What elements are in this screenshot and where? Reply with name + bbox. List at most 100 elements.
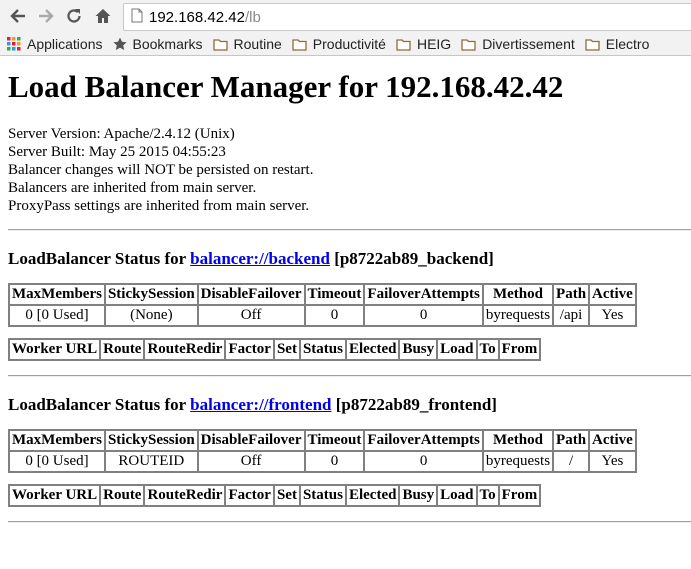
server-version: Server Version: Apache/2.4.12 (Unix): [8, 126, 235, 142]
column-header: From: [498, 485, 541, 506]
page-content: Load Balancer Manager for 192.168.42.42 …: [0, 69, 691, 523]
column-header: Active: [589, 430, 636, 451]
bookmark-applications[interactable]: Applications: [7, 36, 103, 52]
column-header: Load: [437, 339, 477, 360]
column-header: Factor: [225, 485, 274, 506]
column-header: Timeout: [304, 284, 365, 305]
table-cell: 0: [304, 305, 365, 326]
column-header: From: [498, 339, 541, 360]
column-header: FailoverAttempts: [364, 430, 483, 451]
bookmarks-bar: Applications Bookmarks Routine Productiv…: [0, 33, 691, 56]
divider: [8, 229, 691, 231]
column-header: Busy: [399, 339, 438, 360]
folder-icon: [585, 38, 600, 51]
bookmark-label: HEIG: [416, 36, 452, 52]
column-header: DisableFailover: [197, 430, 305, 451]
bookmark-label: Applications: [27, 36, 103, 52]
table-row: 0 [0 Used] ROUTEID Off 0 0 byrequests / …: [9, 451, 636, 472]
server-info: Server Version: Apache/2.4.12 (Unix) Ser…: [8, 125, 683, 215]
column-header: Active: [589, 284, 636, 305]
balancer-heading: LoadBalancer Status for balancer://backe…: [8, 249, 683, 269]
balancer-link-frontend[interactable]: balancer://frontend: [190, 395, 331, 414]
bookmark-folder-divertissement[interactable]: Divertissement: [461, 36, 575, 52]
folder-icon: [292, 38, 307, 51]
address-bar[interactable]: 192.168.42.42/lb: [123, 3, 691, 31]
address-host: 192.168.42.42: [149, 8, 245, 26]
bookmark-label: Bookmarks: [132, 36, 203, 52]
balancer-id: [p8722ab89_backend]: [334, 249, 494, 268]
forward-button[interactable]: [35, 5, 57, 27]
column-header: Method: [482, 284, 554, 305]
apps-grid-icon: [7, 37, 21, 51]
bookmark-label: Productivité: [312, 36, 386, 52]
folder-icon: [212, 38, 228, 51]
balancer-heading-prefix: LoadBalancer Status for: [8, 395, 186, 414]
table-cell: Off: [197, 451, 305, 472]
column-header: Worker URL: [9, 485, 101, 506]
bookmark-label: Electro: [605, 36, 650, 52]
table-cell: 0: [364, 451, 483, 472]
column-header: Busy: [399, 485, 438, 506]
column-header: Worker URL: [9, 339, 101, 360]
address-path: /lb: [244, 8, 261, 26]
table-header-row: Worker URL Route RouteRedir Factor Set S…: [9, 339, 541, 360]
column-header: Elected: [345, 485, 400, 506]
bookmark-bookmarks[interactable]: Bookmarks: [112, 36, 203, 52]
reload-button[interactable]: [63, 5, 85, 27]
forward-arrow-icon: [39, 9, 54, 23]
worker-table: Worker URL Route RouteRedir Factor Set S…: [8, 484, 542, 507]
column-header: Set: [273, 485, 300, 506]
balancer-heading: LoadBalancer Status for balancer://front…: [8, 395, 683, 415]
table-cell: /api: [553, 305, 590, 326]
table-cell: (None): [104, 305, 198, 326]
column-header: RouteRedir: [144, 339, 226, 360]
table-cell: Off: [197, 305, 305, 326]
column-header: Timeout: [304, 430, 365, 451]
reload-icon: [67, 9, 81, 23]
table-cell: 0 [0 Used]: [9, 305, 105, 326]
page-title: Load Balancer Manager for 192.168.42.42: [8, 69, 564, 104]
column-header: Method: [482, 430, 554, 451]
table-header-row: Worker URL Route RouteRedir Factor Set S…: [9, 485, 541, 506]
column-header: Status: [299, 485, 346, 506]
column-header: Load: [437, 485, 477, 506]
bookmark-folder-productivite[interactable]: Productivité: [292, 36, 386, 52]
back-button[interactable]: [7, 5, 29, 27]
server-built: Server Built: May 25 2015 04:55:23: [8, 144, 226, 160]
folder-icon: [461, 38, 476, 51]
table-row: 0 [0 Used] (None) Off 0 0 byrequests /ap…: [9, 305, 636, 326]
table-cell: 0: [304, 451, 365, 472]
worker-table: Worker URL Route RouteRedir Factor Set S…: [8, 338, 542, 361]
table-cell: /: [553, 451, 590, 472]
balancer-heading-prefix: LoadBalancer Status for: [8, 249, 186, 268]
column-header: MaxMembers: [9, 430, 105, 451]
star-icon: [112, 37, 127, 51]
home-button[interactable]: [92, 5, 114, 27]
divider: [8, 375, 691, 377]
balancer-link-backend[interactable]: balancer://backend: [190, 249, 330, 268]
divider: [8, 521, 691, 523]
column-header: To: [476, 485, 499, 506]
balancer-status-table: MaxMembers StickySession DisableFailover…: [8, 283, 637, 327]
table-cell: 0 [0 Used]: [9, 451, 105, 472]
column-header: DisableFailover: [197, 284, 305, 305]
table-header-row: MaxMembers StickySession DisableFailover…: [9, 284, 636, 305]
column-header: Path: [553, 284, 590, 305]
column-header: Route: [100, 485, 145, 506]
bookmark-folder-electro[interactable]: Electro: [585, 36, 650, 52]
persistence-note: Balancer changes will NOT be persisted o…: [8, 162, 314, 178]
bookmark-folder-routine[interactable]: Routine: [212, 36, 282, 52]
back-arrow-icon: [10, 9, 25, 23]
table-cell: Yes: [589, 451, 636, 472]
table-header-row: MaxMembers StickySession DisableFailover…: [9, 430, 636, 451]
folder-icon: [396, 38, 411, 51]
table-cell: 0: [364, 305, 483, 326]
column-header: MaxMembers: [9, 284, 105, 305]
proxypass-inheritance-note: ProxyPass settings are inherited from ma…: [8, 198, 310, 214]
column-header: Factor: [225, 339, 274, 360]
bookmark-folder-heig[interactable]: HEIG: [396, 36, 451, 52]
column-header: To: [476, 339, 499, 360]
table-cell: byrequests: [482, 451, 554, 472]
column-header: Route: [100, 339, 145, 360]
column-header: RouteRedir: [144, 485, 226, 506]
